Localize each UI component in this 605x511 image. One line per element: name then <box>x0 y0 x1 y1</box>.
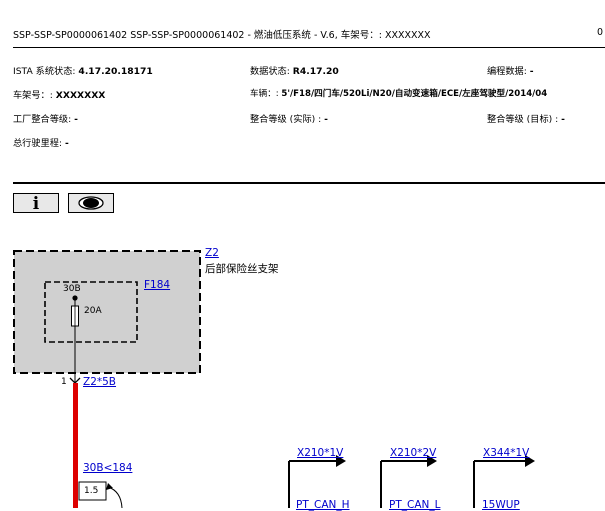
pt-can-h-link[interactable]: PT_CAN_H <box>296 499 350 511</box>
z2-description: 后部保险丝支架 <box>205 263 279 275</box>
x344-1v-link[interactable]: X344*1V <box>483 447 529 459</box>
pin-1-label: 1 <box>61 377 67 387</box>
terminal-30b-label: 30B <box>63 284 81 294</box>
x210-2v-link[interactable]: X210*2V <box>390 447 436 459</box>
curved-arrow <box>107 486 123 508</box>
x210-1v-link[interactable]: X210*1V <box>297 447 343 459</box>
wire-30b-link[interactable]: 30B<184 <box>83 462 132 474</box>
z2-link[interactable]: Z2 <box>205 247 219 259</box>
f184-link[interactable]: F184 <box>144 279 170 291</box>
z2-5b-link[interactable]: Z2*5B <box>83 376 116 388</box>
red-wire <box>73 383 78 508</box>
15wup-link[interactable]: 15WUP <box>482 499 520 511</box>
pt-can-l-link[interactable]: PT_CAN_L <box>389 499 440 511</box>
wiring-diagram <box>13 250 535 508</box>
wire-size-label: 1.5 <box>84 486 99 496</box>
fuse-rating-label: 20A <box>84 306 102 316</box>
